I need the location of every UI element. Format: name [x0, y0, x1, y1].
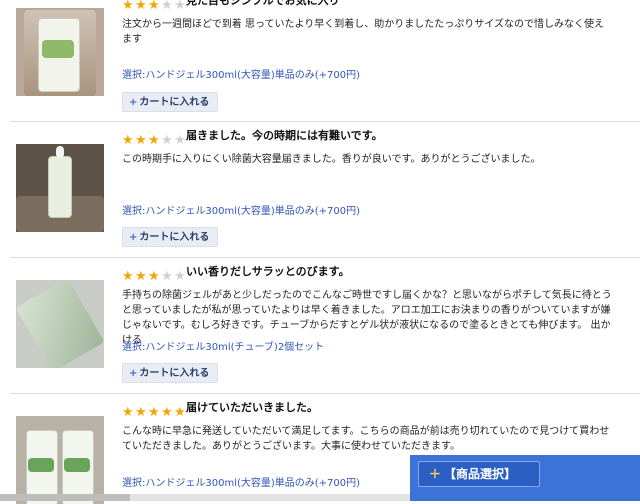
review-item: ★★★★★ 届きました。今の時期には有難いです。 この時期手に入りにくい除菌大容… [10, 129, 640, 249]
variant-link[interactable]: 選択:ハンドジェル300ml(大容量)単品のみ(+700円) [122, 69, 360, 83]
divider [10, 257, 640, 258]
add-to-cart-label: カートに入れる [139, 97, 210, 108]
product-select-label: 【商品選択】 [444, 467, 517, 481]
star-icon: ★ [161, 405, 173, 420]
product-thumbnail[interactable] [16, 280, 104, 368]
star-icon: ★ [122, 269, 134, 284]
rating-stars: ★★★★★ [122, 0, 187, 13]
star-icon: ★ [135, 0, 147, 13]
rating-stars: ★★★★★ [122, 129, 187, 148]
product-select-button[interactable]: ＋【商品選択】 [418, 461, 540, 487]
star-icon: ★ [161, 0, 173, 13]
divider [10, 393, 640, 394]
add-to-cart-label: カートに入れる [139, 232, 210, 243]
review-item: ★★★★★ いい香りだしサラッとのびます。 手持ちの除菌ジェルがあと少しだったの… [10, 265, 640, 385]
star-icon: ★ [135, 133, 147, 148]
review-title: 届けていただいきました。 [186, 401, 318, 414]
rating-stars: ★★★★★ [122, 401, 187, 420]
horizontal-scrollbar[interactable] [0, 494, 410, 501]
star-icon: ★ [148, 405, 160, 420]
add-to-cart-button[interactable]: + カートに入れる [122, 92, 218, 112]
star-icon: ★ [161, 133, 173, 148]
product-thumbnail[interactable] [16, 144, 104, 232]
star-icon: ★ [135, 405, 147, 420]
rating-stars: ★★★★★ [122, 265, 187, 284]
plus-icon: + [129, 97, 138, 108]
review-title: 見た目もシンプルでお気に入り [186, 0, 340, 7]
divider [10, 121, 640, 122]
review-comment: 手持ちの除菌ジェルがあと少しだったのでこんなご時世ですし届くかな？と思いながらポ… [122, 290, 612, 346]
review-title: いい香りだしサラッとのびます。 [186, 265, 350, 278]
star-icon: ★ [148, 133, 160, 148]
star-icon: ★ [135, 269, 147, 284]
add-to-cart-button[interactable]: + カートに入れる [122, 227, 218, 247]
variant-link[interactable]: 選択:ハンドジェル30ml(チューブ)2個セット [122, 341, 324, 355]
add-to-cart-button[interactable]: + カートに入れる [122, 363, 218, 383]
review-title: 届きました。今の時期には有難いです。 [186, 129, 383, 142]
plus-icon: ＋ [429, 467, 442, 481]
star-icon: ★ [148, 269, 160, 284]
star-icon: ★ [122, 405, 134, 420]
variant-link[interactable]: 選択:ハンドジェル300ml(大容量)単品のみ(+700円) [122, 205, 360, 219]
product-thumbnail[interactable] [16, 8, 104, 96]
star-icon: ★ [122, 133, 134, 148]
add-to-cart-label: カートに入れる [139, 368, 210, 379]
review-comment: 注文から一週間ほどで到着 思っていたより早く到着し、助かりましたたっぷりサイズな… [122, 19, 604, 45]
review-comment: この時期手に入りにくい除菌大容量届きました。香りが良いです。ありがとうございまし… [122, 154, 541, 165]
scrollbar-thumb[interactable] [0, 494, 130, 501]
product-thumbnail[interactable] [16, 416, 104, 504]
review-item: ★★★★★ 見た目もシンプルでお気に入り 注文から一週間ほどで到着 思っていたよ… [10, 0, 640, 114]
review-comment: こんな時に早急に発送していただいて満足してます。こちらの商品が前は売り切れていた… [122, 426, 610, 452]
star-icon: ★ [122, 0, 134, 13]
star-icon: ★ [161, 269, 173, 284]
product-select-bar: ＋【商品選択】 [410, 455, 640, 501]
plus-icon: + [129, 368, 138, 379]
star-icon: ★ [148, 0, 160, 13]
plus-icon: + [129, 232, 138, 243]
variant-link[interactable]: 選択:ハンドジェル300ml(大容量)単品のみ(+700円) [122, 477, 360, 491]
